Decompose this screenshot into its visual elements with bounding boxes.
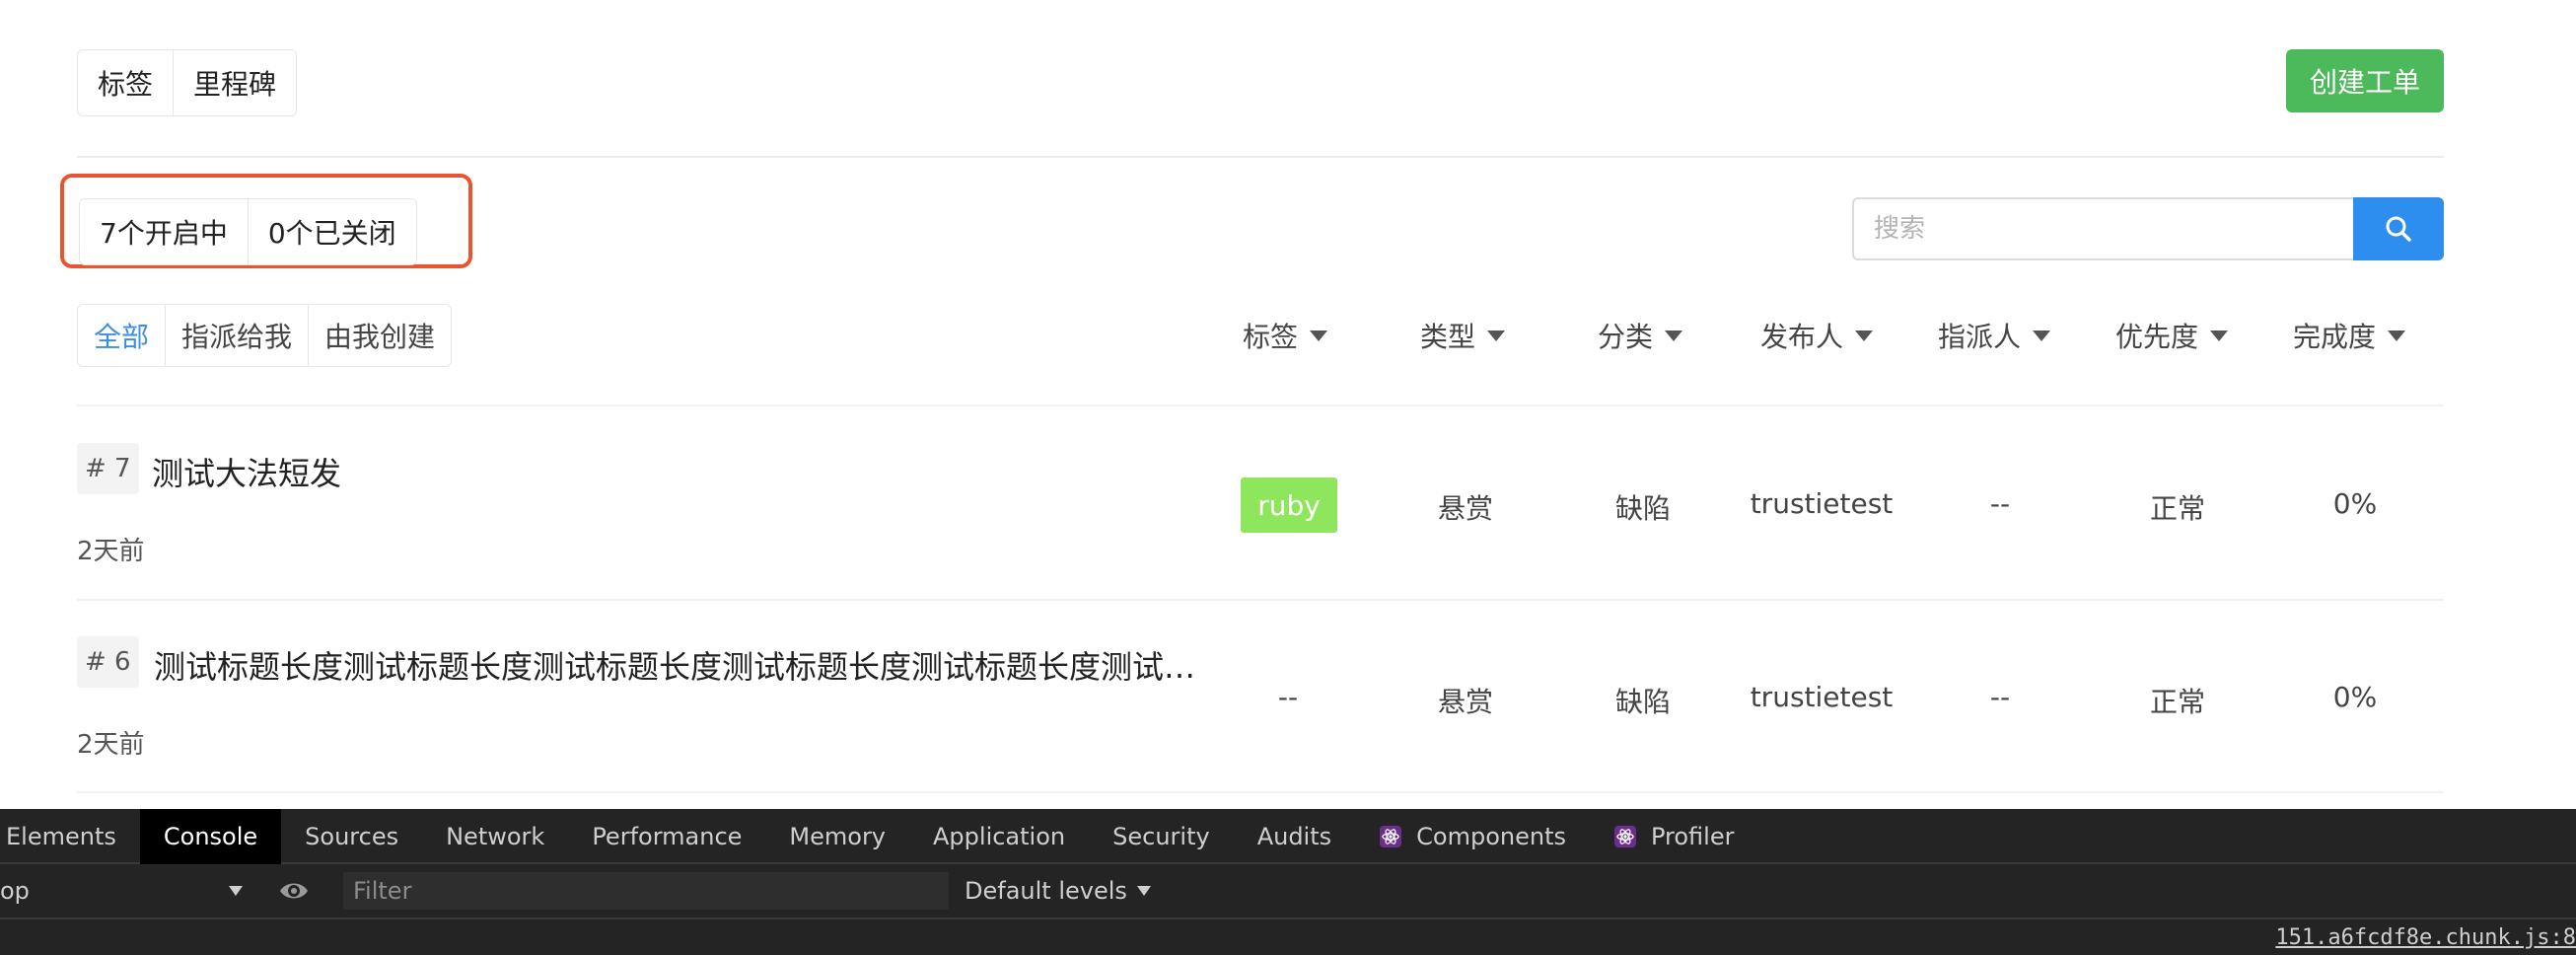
caret-down-icon [1665,330,1683,341]
tab-closed-issues[interactable]: 0个已关闭 [249,199,416,264]
issue-category: 缺陷 [1614,492,1671,525]
issue-assignee: -- [1989,681,2011,713]
devtools-tab-application[interactable]: Application [909,809,1089,864]
filter-created-by-me[interactable]: 由我创建 [309,305,451,366]
issue-status-tabs: 7个开启中 0个已关闭 [79,198,417,265]
column-filter-text: 优先度 [2115,321,2199,353]
live-expression-eye-icon[interactable] [278,876,310,910]
caret-down-icon [1855,330,1874,341]
issue-number: # 7 [77,443,139,494]
devtools-panel: Elements Console Sources Network Perform… [0,809,2576,955]
dropdown-arrow-icon [229,886,243,896]
console-filter-input[interactable] [343,872,949,910]
devtools-tab-console[interactable]: Console [139,809,282,864]
issue-category: 缺陷 [1614,686,1671,718]
row-divider [77,404,2444,406]
column-filter-assignee[interactable]: 指派人 [1938,314,2051,357]
column-filter-text: 分类 [1598,321,1654,353]
column-filter-progress[interactable]: 完成度 [2293,314,2406,357]
react-icon [1613,825,1637,848]
issue-priority: 正常 [2149,492,2205,525]
column-filter-priority[interactable]: 优先度 [2115,314,2229,357]
column-filter-text: 类型 [1420,321,1476,353]
issue-type: 悬赏 [1437,492,1493,525]
search-icon [2386,216,2411,242]
assignee-filter-tabs: 全部 指派给我 由我创建 [77,304,453,367]
issue-type: 悬赏 [1437,686,1493,718]
devtools-tab-bar: Elements Console Sources Network Perform… [0,809,2576,864]
caret-down-icon [2210,330,2229,341]
react-icon [1379,825,1402,848]
column-filter-text: 发布人 [1760,321,1844,353]
column-filter-text: 指派人 [1938,321,2022,353]
column-filter-category[interactable]: 分类 [1598,314,1683,357]
devtools-tab-label: Components [1416,823,1566,850]
tab-open-issues[interactable]: 7个开启中 [80,199,249,264]
column-filter-type[interactable]: 类型 [1420,314,1506,357]
context-selector[interactable]: op [0,874,249,908]
row-divider [77,599,2444,601]
console-toolbar: op Default levels [0,866,2576,916]
devtools-tab-audits[interactable]: Audits [1234,809,1355,864]
devtools-tab-sources[interactable]: Sources [281,809,422,864]
devtools-tab-memory[interactable]: Memory [765,809,909,864]
issue-progress: 0% [2332,487,2378,520]
caret-down-icon [1310,330,1328,341]
issue-time: 2天前 [77,537,145,566]
devtools-tab-components[interactable]: Components [1355,809,1590,864]
issue-number: # 6 [77,636,139,688]
console-source-link[interactable]: 151.a6fcdf8e.chunk.js:8 [2275,919,2576,955]
issue-label: -- [1277,681,1299,713]
column-filter-author[interactable]: 发布人 [1760,314,1874,357]
devtools-tab-elements[interactable]: Elements [0,809,140,864]
column-filter-label[interactable]: 标签 [1243,314,1328,357]
context-selector-value: op [0,877,30,905]
devtools-tab-performance[interactable]: Performance [568,809,765,864]
filter-assigned-to-me[interactable]: 指派给我 [166,305,310,366]
tab-labels[interactable]: 标签 [78,50,175,115]
caret-down-icon [1487,330,1506,341]
issue-title[interactable]: 测试大法短发 [152,449,1197,494]
issue-author[interactable]: trustietest [1728,487,1915,520]
devtools-tab-profiler[interactable]: Profiler [1590,809,1758,864]
filter-all[interactable]: 全部 [78,305,167,366]
top-nav-tabs: 标签 里程碑 [77,49,298,116]
issue-time: 2天前 [77,730,145,760]
issue-author[interactable]: trustietest [1728,681,1915,713]
header-divider [77,156,2444,158]
tab-milestones[interactable]: 里程碑 [174,50,296,115]
log-levels-label: Default levels [965,877,1127,905]
label-badge[interactable]: ruby [1241,478,1337,533]
devtools-tab-security[interactable]: Security [1089,809,1234,864]
search-bar [1852,197,2444,260]
caret-down-icon [2388,330,2406,341]
dropdown-arrow-icon [1136,886,1151,896]
column-filter-text: 标签 [1243,321,1299,353]
devtools-divider [0,918,2576,919]
create-issue-button[interactable]: 创建工单 [2286,49,2444,112]
issue-title[interactable]: 测试标题长度测试标题长度测试标题长度测试标题长度测试标题长度测试… [154,642,1199,688]
column-filter-text: 完成度 [2293,321,2377,353]
devtools-tab-label: Profiler [1650,823,1735,850]
log-levels-dropdown[interactable]: Default levels [965,874,1151,908]
search-button[interactable] [2353,197,2444,260]
issue-progress: 0% [2332,681,2378,713]
caret-down-icon [2033,330,2051,341]
row-divider [77,791,2444,793]
search-input[interactable] [1852,197,2353,260]
issue-priority: 正常 [2149,686,2205,718]
issue-assignee: -- [1989,487,2011,520]
devtools-tab-network[interactable]: Network [422,809,568,864]
